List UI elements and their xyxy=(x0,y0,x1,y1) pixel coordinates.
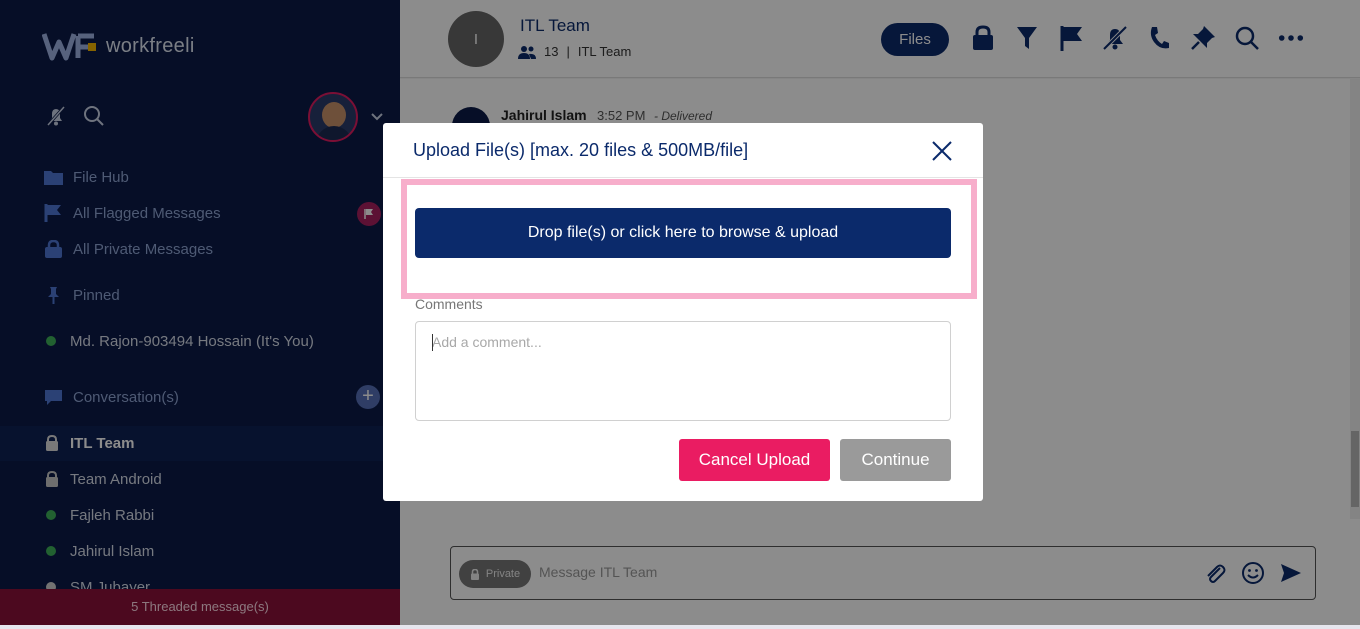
comment-placeholder: Add a comment... xyxy=(432,334,542,350)
upload-modal: Upload File(s) [max. 20 files & 500MB/fi… xyxy=(383,123,983,501)
modal-title: Upload File(s) [max. 20 files & 500MB/fi… xyxy=(413,140,749,160)
continue-button[interactable]: Continue xyxy=(840,439,951,481)
bottom-strip xyxy=(0,625,1360,629)
close-icon[interactable] xyxy=(929,138,955,164)
modal-divider xyxy=(383,177,983,178)
drop-upload-button[interactable]: Drop file(s) or click here to browse & u… xyxy=(415,208,951,258)
cancel-upload-button[interactable]: Cancel Upload xyxy=(679,439,830,481)
text-caret xyxy=(432,334,433,351)
comment-textarea[interactable]: Add a comment... xyxy=(415,321,951,421)
comments-label: Comments xyxy=(415,296,483,312)
